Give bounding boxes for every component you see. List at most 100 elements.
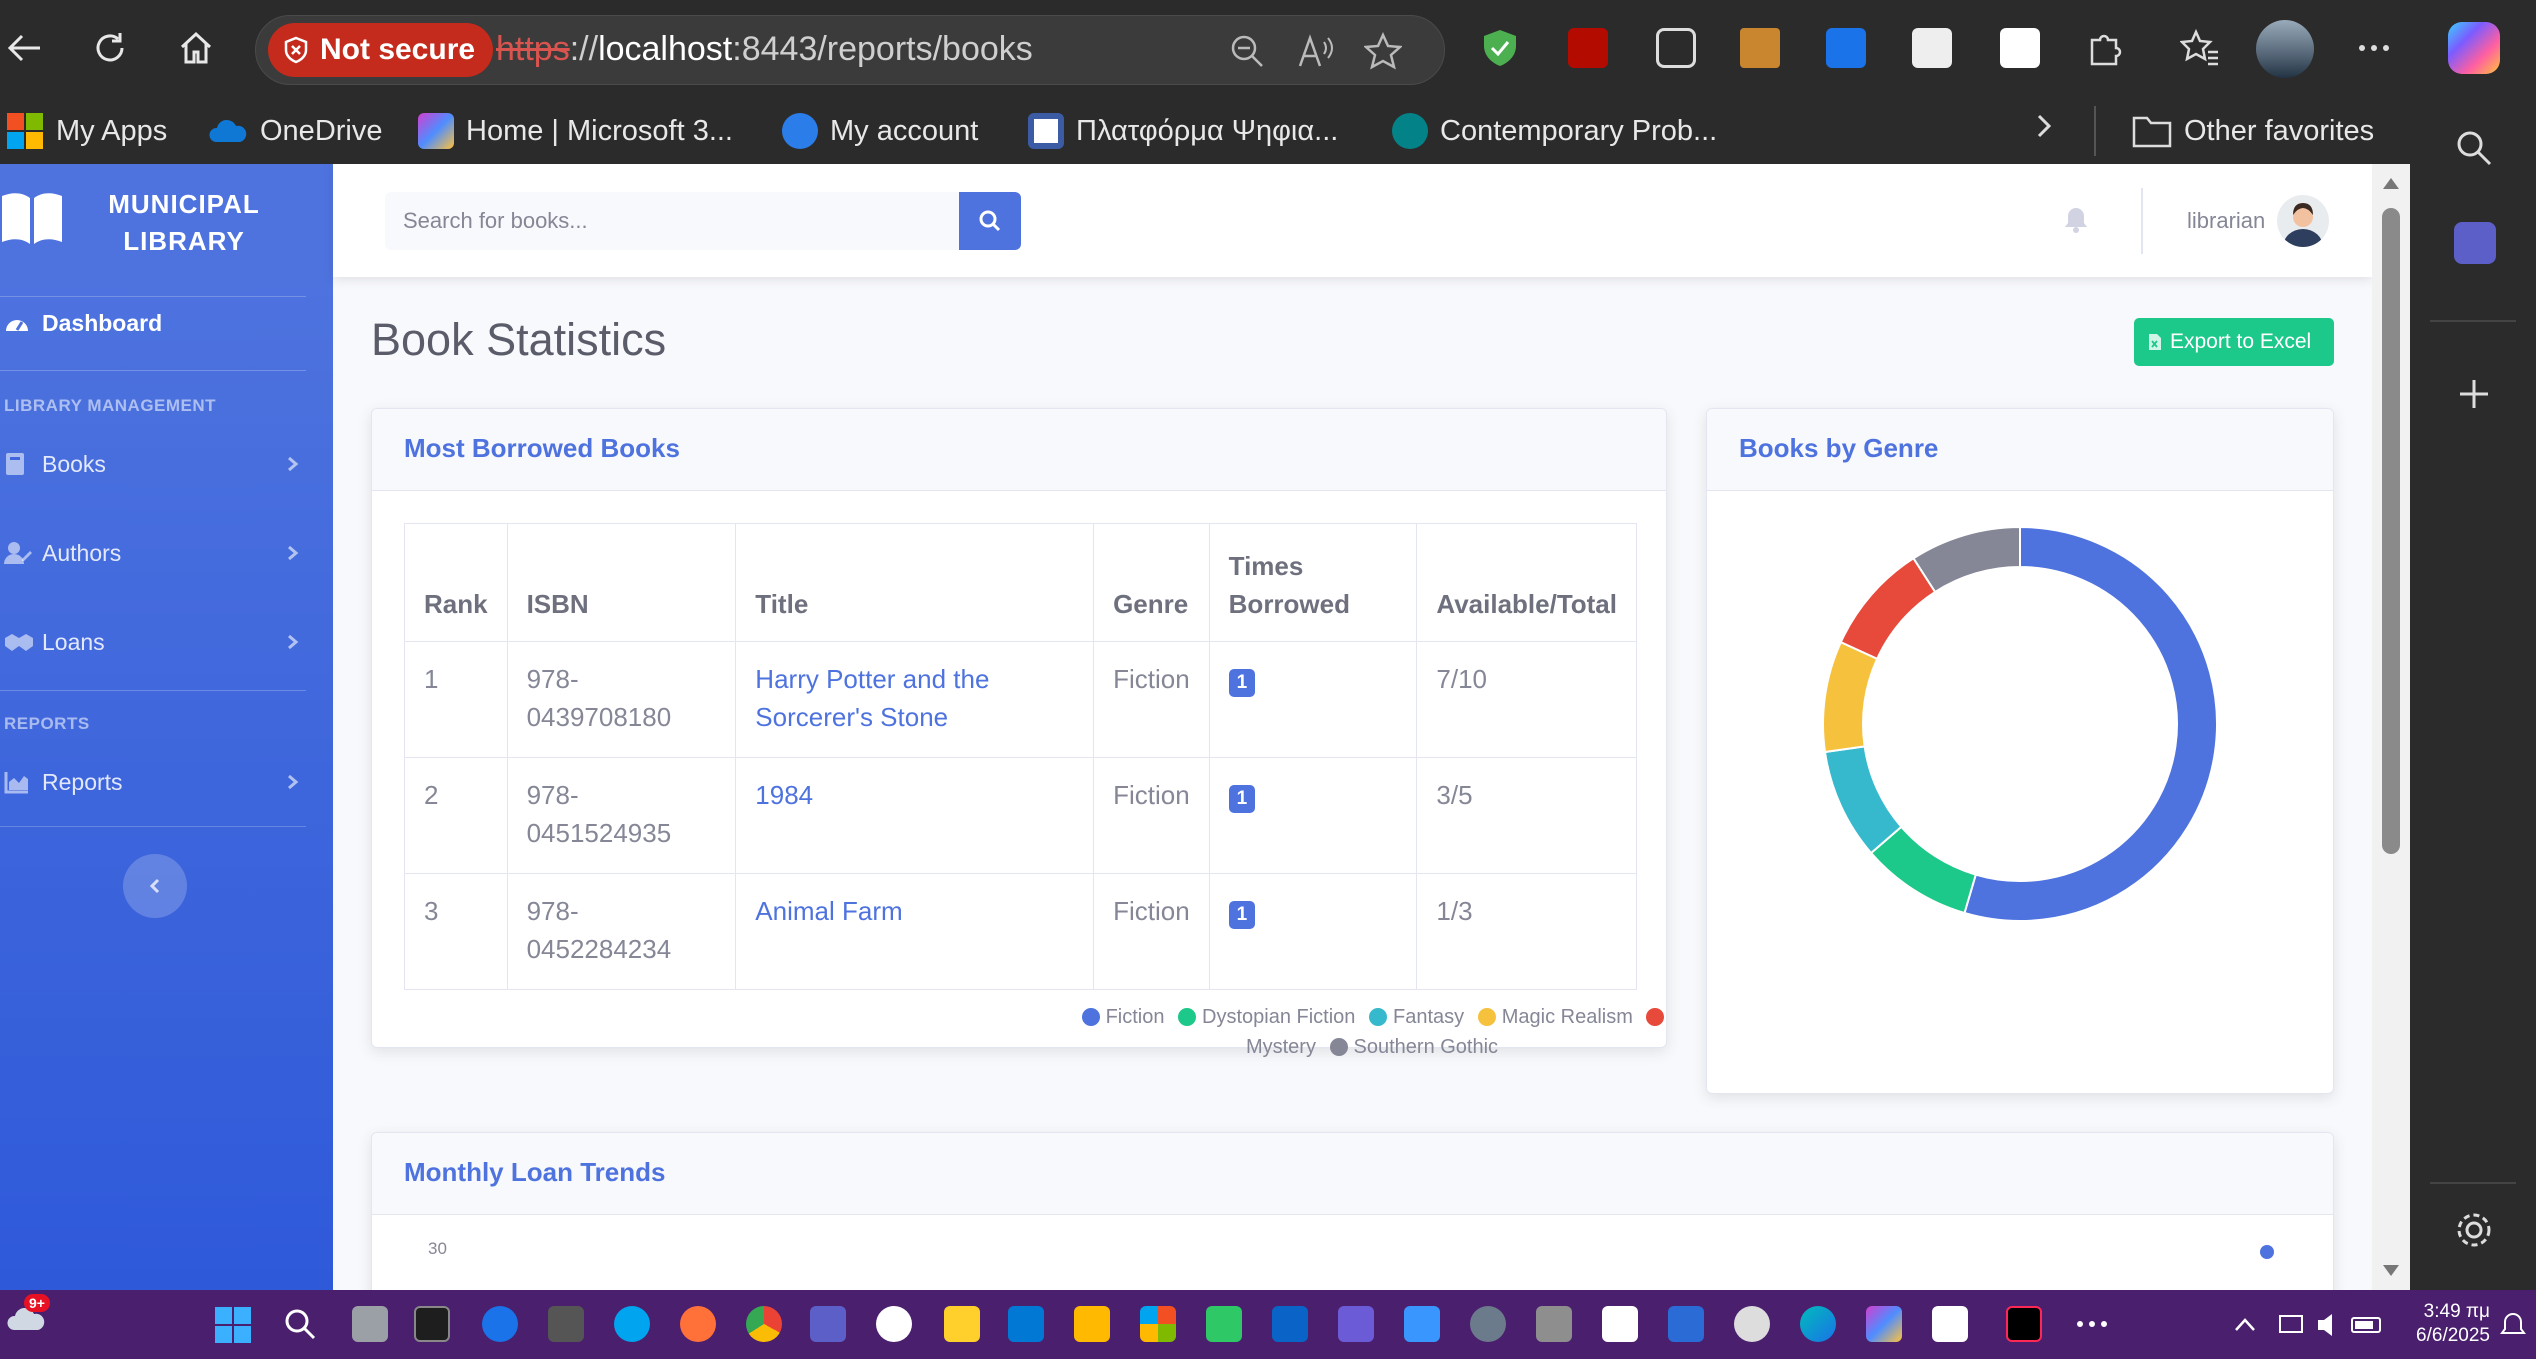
azure-icon[interactable] bbox=[614, 1306, 650, 1342]
book-title-link[interactable]: Harry Potter and the Sorcerer's Stone bbox=[755, 664, 989, 732]
not-secure-badge[interactable]: Not secure bbox=[268, 23, 494, 77]
refresh-icon[interactable] bbox=[90, 28, 130, 68]
column-header[interactable]: Title bbox=[735, 523, 1095, 642]
fav-other-favorites[interactable]: Other favorites bbox=[2132, 106, 2374, 156]
more-options-icon[interactable] bbox=[2354, 28, 2394, 68]
chrome-icon[interactable] bbox=[746, 1306, 782, 1342]
legend-item[interactable]: Magic Realism bbox=[1477, 1006, 1633, 1028]
microsoft-store-icon[interactable] bbox=[1140, 1306, 1176, 1342]
teams-app-icon[interactable] bbox=[810, 1306, 846, 1342]
pdf-extension-icon[interactable] bbox=[1568, 28, 1608, 68]
teams-icon[interactable] bbox=[2454, 222, 2496, 264]
legend-item[interactable]: Fantasy bbox=[1369, 1006, 1464, 1028]
legend-item[interactable]: Southern Gothic bbox=[1329, 1036, 1498, 1058]
avatar[interactable] bbox=[2277, 195, 2329, 247]
column-header[interactable]: Genre bbox=[1093, 523, 1210, 642]
settings-icon[interactable] bbox=[2454, 1210, 2494, 1250]
fav-onedrive[interactable]: OneDrive bbox=[208, 106, 383, 156]
onedrive-app-icon[interactable] bbox=[1404, 1306, 1440, 1342]
page-scrollbar[interactable] bbox=[2372, 164, 2410, 1290]
start-icon[interactable] bbox=[214, 1306, 252, 1344]
profile-avatar[interactable] bbox=[2256, 20, 2314, 78]
sidebar-item-authors[interactable]: Authors bbox=[0, 523, 333, 583]
notification-bell-icon[interactable] bbox=[2500, 1312, 2526, 1340]
copilot-icon[interactable] bbox=[2448, 22, 2500, 74]
book-title-link[interactable]: 1984 bbox=[755, 780, 813, 810]
sidebar-item-loans[interactable]: Loans bbox=[0, 612, 333, 672]
sidebar-item-reports[interactable]: Reports bbox=[0, 752, 333, 812]
safari-icon[interactable] bbox=[482, 1306, 518, 1342]
notepad-icon[interactable] bbox=[944, 1306, 980, 1342]
add-icon[interactable] bbox=[2456, 376, 2492, 412]
m365-icon[interactable] bbox=[1866, 1306, 1902, 1342]
sidebar-item-dashboard[interactable]: Dashboard bbox=[0, 293, 333, 353]
file-explorer-icon[interactable] bbox=[1074, 1306, 1110, 1342]
app-extension-icon[interactable] bbox=[1656, 28, 1696, 68]
export-excel-button[interactable]: Export to Excel bbox=[2134, 318, 2334, 366]
search-input[interactable]: Search for books... bbox=[385, 192, 959, 250]
task-view-icon[interactable] bbox=[352, 1306, 388, 1342]
search-button[interactable] bbox=[959, 192, 1021, 250]
pen-app-icon[interactable] bbox=[1932, 1306, 1968, 1342]
edge-icon[interactable] bbox=[1800, 1306, 1836, 1342]
column-header[interactable]: Rank bbox=[404, 523, 508, 642]
font-extension-icon[interactable] bbox=[1740, 28, 1780, 68]
fav-platform[interactable]: Πλατφόρμα Ψηφια... bbox=[1028, 106, 1338, 156]
home-icon[interactable] bbox=[176, 28, 216, 68]
scroll-up-icon[interactable] bbox=[2382, 176, 2400, 190]
outlook-icon[interactable] bbox=[1272, 1306, 1308, 1342]
back-icon[interactable] bbox=[4, 28, 44, 68]
book-title-link[interactable]: Animal Farm bbox=[755, 896, 902, 926]
star-icon[interactable] bbox=[1364, 32, 1402, 70]
favorites-icon[interactable] bbox=[2180, 28, 2220, 68]
legend-item[interactable]: Fiction bbox=[1081, 1006, 1164, 1028]
fav-microsoft-365[interactable]: Home | Microsoft 3... bbox=[418, 106, 733, 156]
notes-extension-icon[interactable] bbox=[1912, 28, 1952, 68]
search-icon[interactable] bbox=[282, 1306, 318, 1342]
document-icon[interactable] bbox=[1602, 1306, 1638, 1342]
more-apps-icon[interactable] bbox=[2074, 1314, 2110, 1334]
url-text[interactable]: https://localhost:8443/reports/books bbox=[496, 30, 1033, 69]
save-app-icon[interactable] bbox=[1668, 1306, 1704, 1342]
clock[interactable]: 3:49 πμ 6/6/2025 bbox=[2400, 1300, 2490, 1348]
username[interactable]: librarian bbox=[2187, 208, 2265, 234]
power-automate-icon[interactable] bbox=[1338, 1306, 1374, 1342]
scroll-thumb[interactable] bbox=[2382, 208, 2400, 854]
brand-name[interactable]: MUNICIPAL LIBRARY bbox=[86, 186, 282, 260]
upload-icon[interactable] bbox=[1206, 1306, 1242, 1342]
search-sidebar-icon[interactable] bbox=[2454, 128, 2494, 168]
sidebar-item-books[interactable]: Books bbox=[0, 434, 333, 494]
line-point[interactable] bbox=[2260, 1245, 2274, 1259]
intellij-icon[interactable] bbox=[2006, 1306, 2042, 1342]
sidebar-toggle-button[interactable] bbox=[123, 854, 187, 918]
terminal-icon[interactable] bbox=[414, 1306, 450, 1342]
legend-item[interactable]: Dystopian Fiction bbox=[1178, 1006, 1355, 1028]
store-icon[interactable] bbox=[1008, 1306, 1044, 1342]
settings-app-icon[interactable] bbox=[548, 1306, 584, 1342]
donut-slice-mystery[interactable] bbox=[1839, 556, 1937, 661]
fav-contemporary[interactable]: Contemporary Prob... bbox=[1392, 106, 1717, 156]
chevron-up-icon[interactable] bbox=[2234, 1316, 2256, 1332]
calculator-icon[interactable] bbox=[1536, 1306, 1572, 1342]
donut-slice-fantasy[interactable] bbox=[1823, 745, 1903, 855]
donut-slice-fiction[interactable] bbox=[1963, 525, 2218, 922]
shield-extension-icon[interactable] bbox=[1480, 28, 1520, 68]
clock-app-icon[interactable] bbox=[1734, 1306, 1770, 1342]
chevron-right-icon[interactable] bbox=[2030, 112, 2058, 140]
system-tray-icons[interactable] bbox=[2278, 1310, 2388, 1340]
chatgpt-icon[interactable] bbox=[876, 1306, 912, 1342]
weather-widget[interactable]: 9+ bbox=[6, 1294, 50, 1336]
zoom-out-icon[interactable] bbox=[1228, 32, 1266, 70]
column-header[interactable]: ISBN bbox=[506, 523, 737, 642]
extensions-icon[interactable] bbox=[2084, 28, 2124, 68]
fav-my-account[interactable]: My account bbox=[782, 106, 978, 156]
bell-icon[interactable] bbox=[2063, 206, 2089, 234]
column-header[interactable]: Times Borrowed bbox=[1208, 523, 1418, 642]
read-aloud-icon[interactable] bbox=[1296, 32, 1334, 70]
address-bar[interactable]: Not secure https://localhost:8443/report… bbox=[255, 15, 1445, 85]
donut-slice-southern-gothic[interactable] bbox=[1912, 525, 2021, 594]
scroll-down-icon[interactable] bbox=[2382, 1264, 2400, 1278]
send-extension-icon[interactable] bbox=[2000, 28, 2040, 68]
donut-slice-magic-realism[interactable] bbox=[1822, 640, 1879, 754]
fav-my-apps[interactable]: My Apps bbox=[6, 106, 167, 156]
